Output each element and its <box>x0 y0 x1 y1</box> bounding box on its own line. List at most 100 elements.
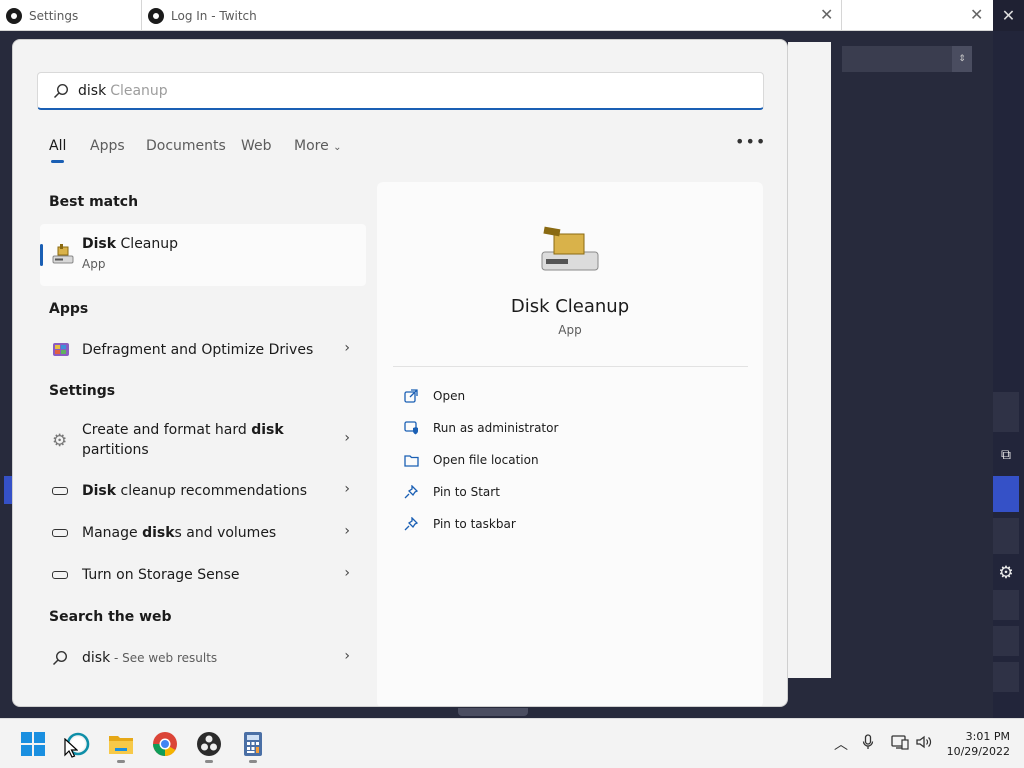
disk-cleanup-icon <box>540 226 600 280</box>
tab-documents[interactable]: Documents <box>146 138 226 154</box>
scroll-handle[interactable] <box>458 708 528 716</box>
running-indicator <box>205 760 213 763</box>
obs-icon <box>6 7 22 24</box>
gear-icon: ⚙ <box>52 431 68 451</box>
preview-app-name: Disk Cleanup <box>510 296 630 317</box>
running-indicator <box>249 760 257 763</box>
sidebar-button[interactable] <box>993 392 1019 432</box>
list-item[interactable]: Manage disks and volumes › <box>40 522 366 546</box>
tab-settings[interactable]: Settings <box>0 0 142 31</box>
web-result-item[interactable]: disk - See web results › <box>40 646 366 670</box>
action-open[interactable]: Open <box>403 386 465 406</box>
list-item-label: Turn on Storage Sense <box>82 567 240 583</box>
label-part: Create and format hard <box>82 422 252 438</box>
chevron-right-icon: › <box>344 648 350 664</box>
action-open-file-location[interactable]: Open file location <box>403 450 539 470</box>
pin-icon <box>403 516 419 532</box>
taskbar: ︿ 3:01 PM 10/29/2022 <box>0 718 1024 768</box>
divider <box>393 366 748 367</box>
best-match-type: App <box>82 257 106 271</box>
background-tab-bar: Settings Log In - Twitch ✕ ✕ <box>0 0 993 31</box>
sidebar-button[interactable] <box>993 518 1019 554</box>
drive-icon <box>52 529 68 537</box>
action-pin-to-start[interactable]: Pin to Start <box>403 482 500 502</box>
best-match-header: Best match <box>49 194 139 210</box>
file-explorer-icon[interactable] <box>108 731 134 757</box>
microphone-icon[interactable] <box>862 734 874 754</box>
drive-icon <box>52 487 68 495</box>
active-tab-indicator <box>51 160 64 163</box>
preview-app-type: App <box>558 323 582 337</box>
tab-label: Settings <box>29 8 79 23</box>
sidebar-button[interactable] <box>993 662 1019 692</box>
window-restore-icon[interactable]: ⧉ <box>995 444 1017 466</box>
clock-date: 10/29/2022 <box>946 745 1010 758</box>
tab-more-label: More <box>294 138 329 154</box>
start-icon[interactable] <box>20 731 46 757</box>
label-part: Manage <box>82 525 143 541</box>
open-external-icon <box>403 388 419 404</box>
gear-icon[interactable]: ⚙ <box>995 562 1017 584</box>
action-run-as-admin[interactable]: Run as administrator <box>403 418 558 438</box>
preview-pane: Disk Cleanup App Open Run as administrat… <box>377 182 763 706</box>
web-query: disk <box>82 650 111 666</box>
action-label: Run as administrator <box>433 421 559 435</box>
running-indicator <box>117 760 125 763</box>
chevron-right-icon: › <box>344 430 350 446</box>
action-label: Open <box>433 389 466 403</box>
match-rest: Cleanup <box>116 236 179 252</box>
spinner-arrows-icon[interactable]: ⇕ <box>952 46 972 72</box>
label-part: s and volumes <box>174 525 277 541</box>
defragment-icon <box>52 340 70 362</box>
label-part: partitions <box>82 442 149 458</box>
network-icon[interactable] <box>891 734 909 754</box>
tab-more[interactable]: More ⌄ <box>294 138 342 154</box>
tab-web[interactable]: Web <box>241 138 272 154</box>
search-autocomplete: Cleanup <box>110 82 168 99</box>
list-item[interactable]: ⚙ Create and format hard disk partitions … <box>40 420 366 462</box>
action-pin-to-taskbar[interactable]: Pin to taskbar <box>403 514 516 534</box>
disk-cleanup-icon <box>52 244 74 270</box>
apps-header: Apps <box>49 301 89 317</box>
tab-twitch-login[interactable]: Log In - Twitch ✕ <box>142 0 842 31</box>
calculator-icon[interactable] <box>240 731 266 757</box>
chevron-right-icon: › <box>344 481 350 497</box>
obs-icon <box>148 7 164 24</box>
drive-icon <box>52 571 68 579</box>
chevron-up-icon[interactable]: ︿ <box>834 734 848 754</box>
sidebar-button[interactable] <box>993 590 1019 620</box>
mouse-cursor-icon <box>64 737 79 758</box>
chrome-icon[interactable] <box>152 731 178 757</box>
label-part: cleanup recommendations <box>116 483 308 499</box>
search-panel: disk Cleanup All Apps Documents Web More… <box>12 39 788 707</box>
selection-indicator <box>40 244 43 266</box>
list-item[interactable]: Turn on Storage Sense › <box>40 564 366 588</box>
pin-icon <box>403 484 419 500</box>
search-icon <box>52 650 68 670</box>
background-panel <box>788 42 831 678</box>
close-icon[interactable]: ✕ <box>993 0 1024 31</box>
volume-icon[interactable] <box>915 734 933 754</box>
best-match-item[interactable]: Disk Cleanup App <box>40 224 366 286</box>
system-clock[interactable]: 3:01 PM 10/29/2022 <box>947 729 1010 759</box>
close-icon[interactable]: ✕ <box>820 7 833 23</box>
obs-icon[interactable] <box>196 731 222 757</box>
sidebar-button[interactable] <box>993 626 1019 656</box>
more-options-icon[interactable]: ••• <box>735 132 766 151</box>
list-item-label: disk - See web results <box>82 648 217 668</box>
search-input[interactable]: disk Cleanup <box>37 72 764 110</box>
best-match-name: Disk Cleanup <box>82 236 178 252</box>
list-item[interactable]: Disk cleanup recommendations › <box>40 480 366 504</box>
folder-icon <box>403 452 419 468</box>
chevron-right-icon: › <box>344 523 350 539</box>
label-bold: Disk <box>82 483 117 499</box>
tab-all[interactable]: All <box>49 138 66 154</box>
label-bold: disk <box>142 525 175 541</box>
list-item[interactable]: Defragment and Optimize Drives › <box>40 338 366 362</box>
list-item-label: Defragment and Optimize Drives <box>82 342 314 358</box>
close-icon[interactable]: ✕ <box>970 7 983 23</box>
clock-time: 3:01 PM <box>965 730 1010 743</box>
tab-apps[interactable]: Apps <box>90 138 125 154</box>
sidebar-active-button[interactable] <box>993 476 1019 512</box>
chevron-right-icon: › <box>344 565 350 581</box>
